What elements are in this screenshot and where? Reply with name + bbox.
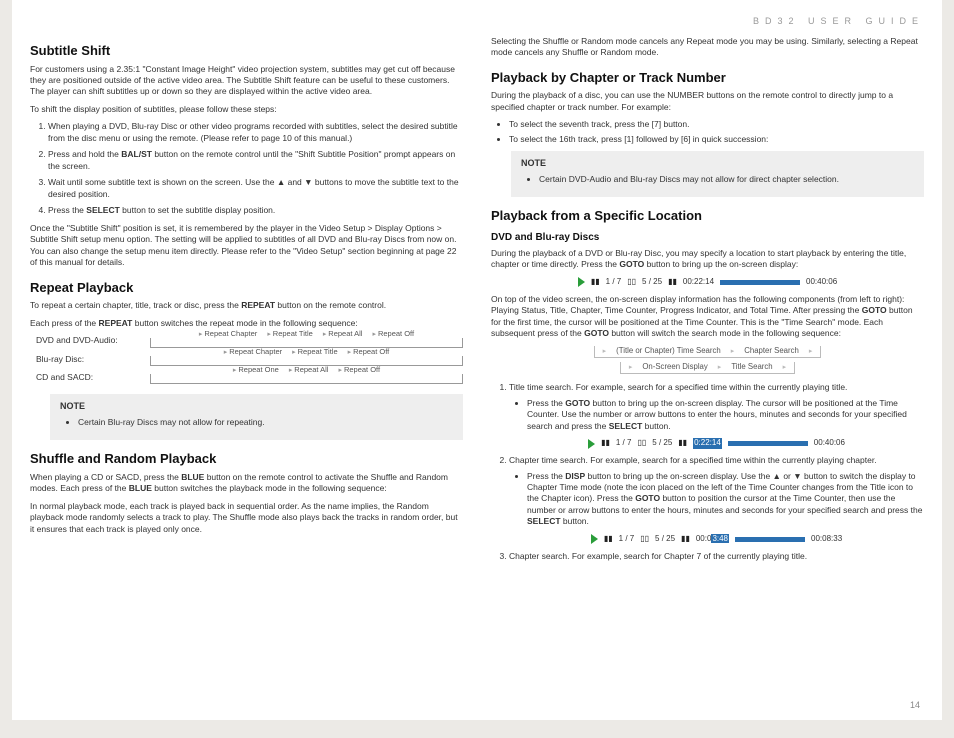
note-text: Certain DVD-Audio and Blu-ray Discs may … xyxy=(539,174,914,185)
progress-bar xyxy=(728,441,808,446)
step: Press and hold the BAL/ST button on the … xyxy=(48,149,463,172)
play-icon xyxy=(588,439,595,449)
seq-label: CD and SACD: xyxy=(36,372,146,384)
title-icon: ▮▮ xyxy=(591,277,600,288)
para: In normal playback mode, each track is p… xyxy=(30,501,463,535)
subheading-dvd-bluray: DVD and Blu-ray Discs xyxy=(491,231,924,245)
note-label: NOTE xyxy=(521,157,914,169)
chapter-icon: ▯▯ xyxy=(637,438,646,449)
two-column-layout: Subtitle Shift For customers using a 2.3… xyxy=(30,32,924,568)
progress-bar xyxy=(735,537,805,542)
example-list: To select the seventh track, press the [… xyxy=(509,119,924,145)
repeat-sequence-diagram: DVD and DVD-Audio: Repeat Chapter Repeat… xyxy=(66,335,463,384)
steps-list: When playing a DVD, Blu-ray Disc or othe… xyxy=(48,121,463,216)
seq-label: Blu-ray Disc: xyxy=(36,354,146,366)
seq-label: DVD and DVD-Audio: xyxy=(36,335,146,347)
para: Once the "Subtitle Shift" position is se… xyxy=(30,223,463,269)
time-icon: ▮▮ xyxy=(678,438,687,449)
note-text: Certain Blu-ray Discs may not allow for … xyxy=(78,417,453,428)
search-mode-flow: (Title or Chapter) Time Search Chapter S… xyxy=(491,346,924,375)
right-column: Selecting the Shuffle or Random mode can… xyxy=(491,32,924,568)
left-column: Subtitle Shift For customers using a 2.3… xyxy=(30,32,463,568)
step: Press the SELECT button to set the subti… xyxy=(48,205,463,216)
heading-repeat: Repeat Playback xyxy=(30,279,463,297)
para: For customers using a 2.35:1 "Constant I… xyxy=(30,64,463,98)
heading-shuffle: Shuffle and Random Playback xyxy=(30,450,463,468)
note-label: NOTE xyxy=(60,400,453,412)
page-number: 14 xyxy=(910,700,920,710)
substep: Press the GOTO button to bring up the on… xyxy=(527,398,924,432)
doc-header: BD32 USER GUIDE xyxy=(30,16,924,26)
note-box: NOTE Certain DVD-Audio and Blu-ray Discs… xyxy=(511,151,924,197)
title-icon: ▮▮ xyxy=(601,438,610,449)
step: Chapter time search. For example, search… xyxy=(509,455,924,545)
chapter-icon: ▯▯ xyxy=(627,277,636,288)
time-icon: ▮▮ xyxy=(681,534,690,545)
note-box: NOTE Certain Blu-ray Discs may not allow… xyxy=(50,394,463,440)
para: During the playback of a DVD or Blu-ray … xyxy=(491,248,924,271)
para: During the playback of a disc, you can u… xyxy=(491,90,924,113)
list-item: To select the 16th track, press [1] foll… xyxy=(509,134,924,145)
para: Selecting the Shuffle or Random mode can… xyxy=(491,36,924,59)
time-icon: ▮▮ xyxy=(668,277,677,288)
para: To repeat a certain chapter, title, trac… xyxy=(30,300,463,311)
heading-chapter-playback: Playback by Chapter or Track Number xyxy=(491,69,924,87)
step: When playing a DVD, Blu-ray Disc or othe… xyxy=(48,121,463,144)
search-steps: Title time search. For example, search f… xyxy=(509,382,924,562)
osd-display-2: ▮▮ 1 / 7 ▯▯ 5 / 25 ▮▮ 0:22:14 00:40:06 xyxy=(509,438,924,449)
title-icon: ▮▮ xyxy=(604,534,613,545)
para: To shift the display position of subtitl… xyxy=(30,104,463,115)
para: When playing a CD or SACD, press the BLU… xyxy=(30,472,463,495)
play-icon xyxy=(591,534,598,544)
step: Title time search. For example, search f… xyxy=(509,382,924,449)
heading-subtitle-shift: Subtitle Shift xyxy=(30,42,463,60)
step: Chapter search. For example, search for … xyxy=(509,551,924,562)
play-icon xyxy=(578,277,585,287)
progress-bar xyxy=(720,280,800,285)
heading-specific-location: Playback from a Specific Location xyxy=(491,207,924,225)
chapter-icon: ▯▯ xyxy=(640,534,649,545)
para: Each press of the REPEAT button switches… xyxy=(30,318,463,329)
step: Wait until some subtitle text is shown o… xyxy=(48,177,463,200)
para: On top of the video screen, the on-scree… xyxy=(491,294,924,340)
substep: Press the DISP button to bring up the on… xyxy=(527,471,924,528)
osd-display-1: ▮▮ 1 / 7 ▯▯ 5 / 25 ▮▮ 00:22:14 00:40:06 xyxy=(491,277,924,288)
list-item: To select the seventh track, press the [… xyxy=(509,119,924,130)
page: BD32 USER GUIDE Subtitle Shift For custo… xyxy=(12,0,942,720)
osd-display-3: ▮▮ 1 / 7 ▯▯ 5 / 25 ▮▮ 00:03:48 00:08:33 xyxy=(509,534,924,545)
